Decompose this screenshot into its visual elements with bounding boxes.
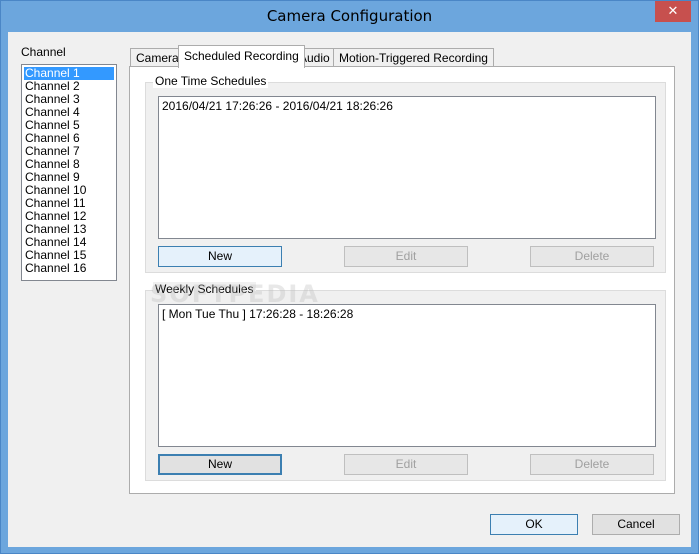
list-item[interactable]: [ Mon Tue Thu ] 17:26:28 - 18:26:28	[162, 307, 652, 321]
dialog-client-area: Channel Channel 1 Channel 2 Channel 3 Ch…	[8, 32, 691, 547]
watermark: SOFTPEDIA	[150, 280, 320, 308]
one-time-schedules-group: One Time Schedules 2016/04/21 17:26:26 -…	[145, 74, 666, 273]
ok-button[interactable]: OK	[490, 514, 578, 535]
weekly-schedules-group: Weekly Schedules [ Mon Tue Thu ] 17:26:2…	[145, 282, 666, 481]
one-time-schedules-list[interactable]: 2016/04/21 17:26:26 - 2016/04/21 18:26:2…	[158, 96, 656, 239]
channel-label: Channel	[21, 45, 66, 59]
channel-item[interactable]: Channel 16	[24, 262, 114, 275]
weekly-schedules-list[interactable]: [ Mon Tue Thu ] 17:26:28 - 18:26:28	[158, 304, 656, 447]
camera-configuration-window: Camera Configuration ✕ Channel Channel 1…	[0, 0, 699, 554]
one-time-schedules-label: One Time Schedules	[153, 74, 269, 88]
weekly-new-button[interactable]: New	[158, 454, 282, 475]
title-bar[interactable]: Camera Configuration ✕	[1, 1, 698, 32]
one-time-new-button[interactable]: New	[158, 246, 282, 267]
cancel-button[interactable]: Cancel	[592, 514, 680, 535]
list-item[interactable]: 2016/04/21 17:26:26 - 2016/04/21 18:26:2…	[162, 99, 652, 113]
close-icon[interactable]: ✕	[655, 1, 691, 22]
tab-camera[interactable]: Camera	[130, 48, 185, 67]
tab-motion-triggered-recording[interactable]: Motion-Triggered Recording	[333, 48, 494, 67]
weekly-delete-button[interactable]: Delete	[530, 454, 654, 475]
channel-list[interactable]: Channel 1 Channel 2 Channel 3 Channel 4 …	[21, 64, 117, 281]
one-time-edit-button[interactable]: Edit	[344, 246, 468, 267]
one-time-delete-button[interactable]: Delete	[530, 246, 654, 267]
window-title: Camera Configuration	[266, 7, 433, 25]
tab-scheduled-recording[interactable]: Scheduled Recording	[178, 45, 305, 68]
weekly-edit-button[interactable]: Edit	[344, 454, 468, 475]
